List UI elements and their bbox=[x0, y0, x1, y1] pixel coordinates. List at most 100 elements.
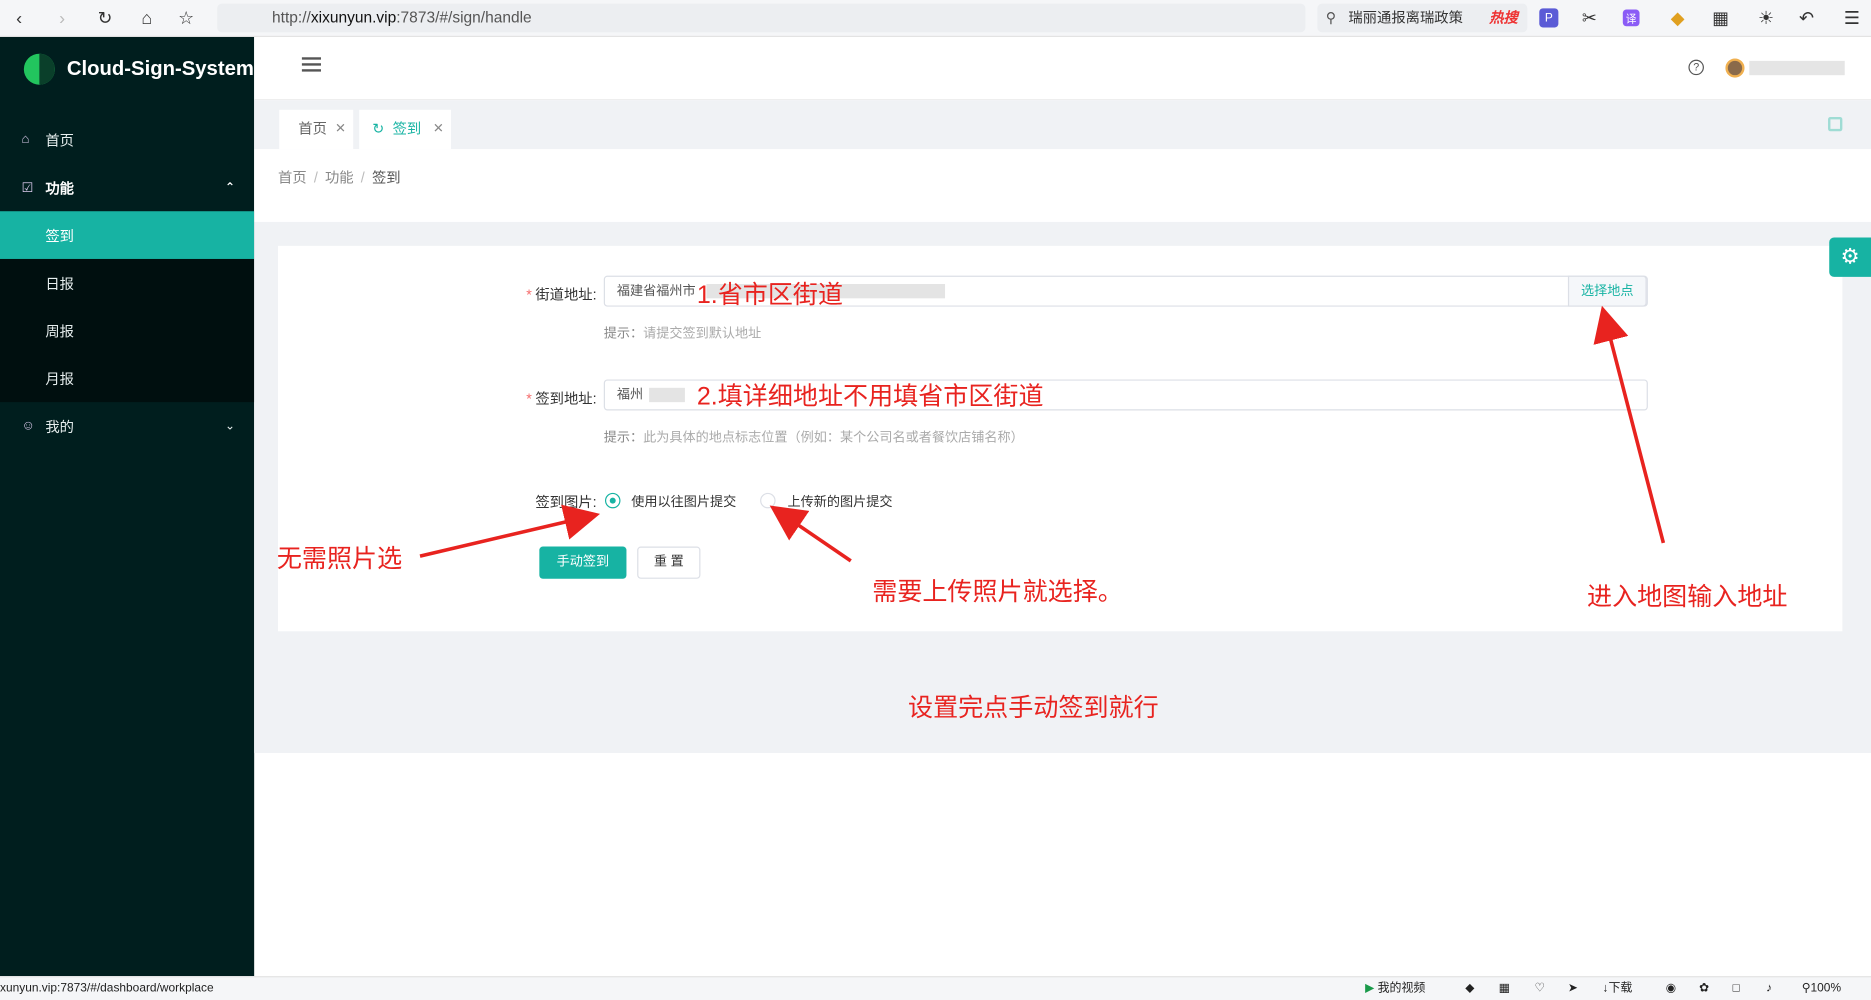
street-address-label: * 街道地址: bbox=[526, 286, 597, 304]
my-video-button[interactable]: ▶ 我的视频 bbox=[1365, 977, 1425, 1000]
breadcrumb-item[interactable]: 功能 bbox=[325, 169, 354, 186]
extension-icon[interactable]: P bbox=[1539, 8, 1559, 28]
home-icon: ⌂ bbox=[21, 132, 30, 147]
help-icon[interactable]: ? bbox=[1688, 59, 1704, 76]
tab-sign[interactable]: ↻ 签到 ✕ bbox=[359, 109, 452, 150]
speaker-icon[interactable]: ♪ bbox=[1766, 977, 1772, 1000]
sidebar-item-daily[interactable]: 日报 bbox=[0, 259, 254, 307]
manual-sign-button[interactable]: 手动签到 bbox=[539, 546, 627, 579]
sidebar-item-label: 周报 bbox=[45, 322, 74, 340]
image-icon[interactable]: ▦ bbox=[1499, 977, 1510, 1000]
sidebar-item-sign[interactable]: 签到 bbox=[0, 211, 255, 259]
tab-label: 首页 bbox=[298, 120, 327, 138]
scissors-icon[interactable]: ✂ bbox=[1577, 6, 1601, 30]
download-button[interactable]: ↓下载 bbox=[1603, 977, 1633, 1000]
menu-collapse-icon[interactable] bbox=[301, 57, 321, 76]
zoom-value: 100% bbox=[1810, 982, 1842, 996]
annotation-sign-address: 2.填详细地址不用填省市区街道 bbox=[696, 383, 1044, 411]
tab-bar: 首页 ✕ ↻ 签到 ✕ bbox=[254, 100, 1871, 150]
logo-icon bbox=[23, 53, 55, 85]
sidebar-item-label: 功能 bbox=[45, 179, 74, 197]
close-icon[interactable]: ✕ bbox=[335, 110, 346, 149]
breadcrumb-separator: / bbox=[313, 169, 318, 187]
radio-upload-new-photo[interactable] bbox=[760, 492, 776, 509]
annotation-no-photo: 无需照片选 bbox=[276, 545, 403, 573]
undo-icon[interactable]: ↶ bbox=[1795, 6, 1819, 30]
breadcrumb-item: 签到 bbox=[371, 169, 401, 187]
reset-button[interactable]: 重 置 bbox=[637, 546, 701, 579]
sidebar-item-monthly[interactable]: 月报 bbox=[0, 354, 254, 402]
address-bar[interactable]: http://xixunyun.vip:7873/#/sign/handle bbox=[217, 3, 1306, 33]
chevron-up-icon: ⌃ bbox=[225, 180, 236, 194]
url-domain: xixunyun.vip bbox=[310, 8, 397, 27]
avatar[interactable] bbox=[1725, 58, 1745, 78]
browser-toolbar: ‹ › ↻ ⌂ ☆ http://xixunyun.vip:7873/#/sig… bbox=[0, 0, 1871, 37]
annotation-street: 1.省市区街道 bbox=[696, 281, 844, 310]
close-icon[interactable]: ✕ bbox=[433, 110, 444, 149]
sign-address-value: 福州 bbox=[616, 387, 644, 403]
function-submenu: 签到 日报 周报 月报 bbox=[0, 211, 255, 403]
chevron-down-icon: ⌄ bbox=[225, 419, 236, 433]
lock-icon[interactable] bbox=[1828, 116, 1843, 132]
leaf-icon[interactable]: ✿ bbox=[1699, 977, 1709, 1000]
sidebar-item-weekly[interactable]: 周报 bbox=[0, 307, 254, 355]
app-logo: Cloud-Sign-System bbox=[0, 37, 254, 101]
sidebar-item-mine[interactable]: ☺ 我的 ⌄ bbox=[0, 402, 254, 450]
sign-hint: 提示：此为具体的地点标志位置（例如：某个公司名或者餐饮店铺名称） bbox=[603, 430, 1024, 446]
browser-search-box[interactable]: ⚲ 瑞丽通报离瑞政策 热搜 bbox=[1317, 3, 1528, 33]
radio-upload-new-photo-label[interactable]: 上传新的图片提交 bbox=[788, 492, 893, 511]
shield-icon[interactable]: ◆ bbox=[1465, 977, 1474, 1000]
play-icon: ▶ bbox=[1365, 982, 1375, 996]
grid-icon[interactable]: ▦ bbox=[1709, 6, 1733, 30]
street-hint: 提示：请提交签到默认地址 bbox=[603, 326, 762, 342]
game-icon[interactable]: ◉ bbox=[1666, 977, 1676, 1000]
sidebar-item-function[interactable]: ☑ 功能 ⌃ bbox=[0, 163, 254, 211]
photo-label: 签到图片: bbox=[535, 494, 597, 511]
top-header: ? bbox=[254, 36, 1871, 101]
checkbox-icon: ☑ bbox=[21, 180, 34, 196]
translate-icon[interactable]: 译 bbox=[1622, 9, 1640, 27]
zoom-control[interactable]: ⚲100% bbox=[1802, 977, 1841, 1000]
radio-use-old-photo[interactable] bbox=[604, 492, 621, 509]
street-address-value: 福建省福州市 bbox=[616, 284, 696, 299]
status-url: xunyun.vip:7873/#/dashboard/workplace bbox=[0, 982, 214, 996]
tab-label: 签到 bbox=[392, 120, 422, 138]
search-icon: ⚲ bbox=[1325, 9, 1337, 27]
reload-icon[interactable]: ↻ bbox=[93, 6, 117, 30]
username-redacted[interactable] bbox=[1749, 60, 1845, 76]
status-bar: xunyun.vip:7873/#/dashboard/workplace ▶ … bbox=[0, 976, 1871, 1000]
main-content: * 街道地址: 福建省福州市 选择地点 提示：请提交签到默认地址 * 签到地址: 福… bbox=[254, 221, 1871, 753]
settings-gear-icon[interactable]: ⚙ bbox=[1829, 237, 1871, 277]
back-icon[interactable]: ‹ bbox=[7, 6, 31, 30]
tab-home[interactable]: 首页 ✕ bbox=[279, 109, 354, 150]
user-icon: ☺ bbox=[21, 418, 35, 434]
heart-icon[interactable]: ♡ bbox=[1535, 977, 1546, 1000]
window-icon[interactable]: □ bbox=[1733, 977, 1740, 1000]
rocket-icon[interactable]: ➤ bbox=[1568, 977, 1578, 1000]
sidebar-item-label: 签到 bbox=[45, 227, 74, 245]
sidebar-item-label: 首页 bbox=[45, 131, 74, 149]
annotation-finish: 设置完点手动签到就行 bbox=[908, 694, 1159, 722]
url-rest: :7873/#/sign/handle bbox=[396, 8, 532, 27]
menu-icon[interactable]: ☰ bbox=[1840, 6, 1864, 30]
sidebar-item-home[interactable]: ⌂ 首页 bbox=[0, 116, 254, 164]
home-icon[interactable]: ⌂ bbox=[135, 6, 159, 30]
breadcrumb-item[interactable]: 首页 bbox=[278, 169, 307, 186]
search-text: 瑞丽通报离瑞政策 bbox=[1348, 9, 1463, 27]
my-video-label: 我的视频 bbox=[1377, 982, 1426, 996]
choose-location-button[interactable]: 选择地点 bbox=[1567, 275, 1647, 307]
annotation-map: 进入地图输入地址 bbox=[1587, 583, 1788, 611]
hot-search-badge: 热搜 bbox=[1489, 9, 1518, 27]
sidebar-item-label: 日报 bbox=[45, 275, 74, 292]
shield-icon[interactable]: ◆ bbox=[1666, 6, 1690, 30]
breadcrumb-separator: / bbox=[360, 169, 365, 187]
download-label: 下载 bbox=[1608, 982, 1633, 996]
radio-use-old-photo-label[interactable]: 使用以往图片提交 bbox=[631, 492, 736, 511]
url-prefix: http:// bbox=[272, 8, 311, 27]
annotation-upload-photo: 需要上传照片就选择。 bbox=[872, 578, 1123, 607]
sun-icon[interactable]: ☀ bbox=[1754, 6, 1778, 30]
forward-icon[interactable]: › bbox=[50, 6, 74, 30]
sign-address-label: * 签到地址: bbox=[526, 390, 597, 407]
refresh-icon[interactable]: ↻ bbox=[372, 110, 384, 149]
star-icon[interactable]: ☆ bbox=[174, 6, 198, 30]
